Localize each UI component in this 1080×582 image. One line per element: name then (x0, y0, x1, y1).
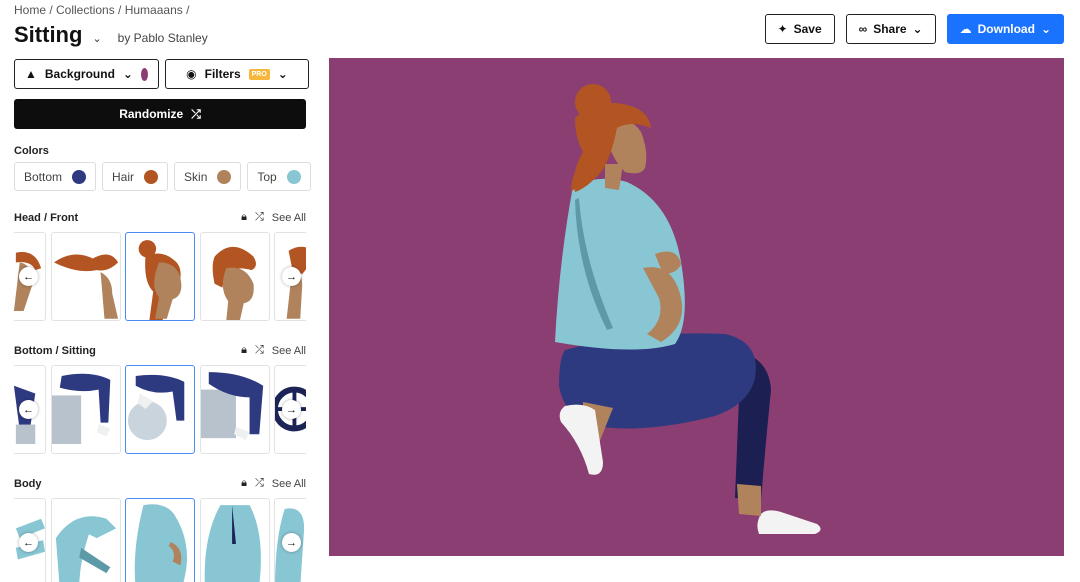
chevron-down-icon: ⌄ (277, 67, 288, 81)
breadcrumb[interactable]: Home / Collections / Humaaans / (14, 3, 189, 17)
arrow-right-icon[interactable]: → (282, 267, 301, 286)
bottom-option-selected[interactable] (125, 365, 195, 454)
top-color-swatch (286, 169, 301, 184)
head-illustration (53, 254, 119, 319)
lock-icon[interactable]: 🔒︎ (241, 477, 247, 490)
bottom-option[interactable] (200, 365, 270, 454)
cloud-download-icon: ☁ (959, 22, 972, 36)
arrow-right-icon[interactable]: → (282, 400, 301, 419)
section-tools: 🔒︎ ⤮ See All (241, 211, 306, 224)
background-filter-row: ▲ Background ⌄ ◉ Filters PRO ⌄ (14, 59, 323, 89)
background-swatch[interactable] (140, 67, 148, 81)
shuffle-icon[interactable]: ⤮ (255, 344, 264, 357)
see-all-link[interactable]: See All (272, 212, 306, 224)
head-thumbnails: ← → (14, 232, 306, 322)
head-option[interactable] (200, 232, 270, 321)
share-button[interactable]: ∞ Share ⌄ (845, 14, 936, 44)
section-head-front: Head / Front 🔒︎ ⤮ See All (14, 211, 306, 224)
arrow-left-icon[interactable]: ← (19, 400, 38, 419)
arrow-left-icon[interactable]: ← (19, 533, 38, 552)
lock-icon[interactable]: 🔒︎ (241, 211, 247, 224)
skin-color-swatch (217, 169, 232, 184)
chip-label: Hair (112, 169, 135, 184)
chevron-down-icon: ⌄ (122, 67, 133, 81)
sitting-figure-illustration (555, 84, 821, 534)
author-credit: by Pablo Stanley (117, 31, 208, 45)
background-select[interactable]: ▲ Background ⌄ (14, 59, 159, 89)
chip-label: Skin (184, 169, 208, 184)
share-label: Share (873, 22, 907, 36)
color-chip-top[interactable]: Top (247, 162, 311, 191)
arrow-left-icon[interactable]: ← (19, 267, 38, 286)
background-label: Background (44, 67, 115, 81)
head-illustration (138, 240, 182, 320)
save-button[interactable]: ✦ Save (764, 14, 835, 44)
bottom-option[interactable] (51, 365, 121, 454)
chevron-down-icon: ⌄ (1040, 22, 1051, 36)
section-head-body: Body 🔒︎ ⤮ See All (14, 477, 306, 490)
head-option[interactable] (51, 232, 121, 321)
section-tools: 🔒︎ ⤮ See All (241, 477, 306, 490)
download-button[interactable]: ☁ Download ⌄ (946, 14, 1064, 44)
bottom-illustration (52, 373, 111, 444)
title-row: Sitting ⌄ by Pablo Stanley (14, 22, 208, 48)
section-title: Head / Front (14, 211, 79, 224)
body-thumbnails: ← → (14, 498, 306, 582)
body-illustration (134, 504, 187, 582)
chip-label: Top (257, 169, 277, 184)
see-all-link[interactable]: See All (272, 345, 306, 357)
head-illustration (212, 246, 256, 320)
section-head-bottom: Bottom / Sitting 🔒︎ ⤮ See All (14, 344, 306, 357)
color-chips: Bottom Hair Skin Top (14, 162, 323, 191)
chevron-down-icon: ⌄ (912, 22, 923, 36)
body-option[interactable] (51, 498, 121, 582)
palette-icon: ◉ (186, 67, 197, 81)
bottom-illustration (127, 374, 185, 441)
bottom-thumbnails: ← → (14, 365, 306, 455)
hair-color-swatch (144, 169, 159, 184)
sidebar: ▲ Background ⌄ ◉ Filters PRO ⌄ Randomize… (14, 59, 323, 582)
section-title: Body (14, 477, 42, 490)
pro-badge: PRO (248, 68, 270, 80)
body-illustration (55, 516, 117, 582)
section-title: Bottom / Sitting (14, 344, 96, 357)
head-option-selected[interactable] (125, 232, 195, 321)
pin-icon: ✦ (777, 22, 788, 36)
bottom-color-swatch (72, 169, 87, 184)
see-all-link[interactable]: See All (272, 478, 306, 490)
randomize-button[interactable]: Randomize ⤮ (14, 99, 306, 129)
section-tools: 🔒︎ ⤮ See All (241, 344, 306, 357)
illustration-canvas[interactable] (329, 58, 1064, 556)
filters-label: Filters (204, 67, 241, 81)
chevron-down-icon[interactable]: ⌄ (92, 32, 101, 45)
color-chip-skin[interactable]: Skin (174, 162, 242, 191)
page-title[interactable]: Sitting (14, 22, 82, 48)
arrow-right-icon[interactable]: → (282, 533, 301, 552)
chip-label: Bottom (24, 169, 63, 184)
shuffle-icon[interactable]: ⤮ (255, 477, 264, 490)
body-option-selected[interactable] (125, 498, 195, 582)
top-actions: ✦ Save ∞ Share ⌄ ☁ Download ⌄ (764, 14, 1064, 44)
paint-bucket-icon: ▲ (25, 67, 37, 81)
color-chip-hair[interactable]: Hair (102, 162, 169, 191)
body-option[interactable] (200, 498, 270, 582)
link-icon: ∞ (858, 22, 868, 36)
shuffle-icon[interactable]: ⤮ (255, 211, 264, 224)
randomize-label: Randomize (119, 107, 184, 121)
download-label: Download (977, 22, 1035, 36)
bottom-illustration (201, 372, 264, 441)
filters-select[interactable]: ◉ Filters PRO ⌄ (165, 59, 309, 89)
lock-icon[interactable]: 🔒︎ (241, 344, 247, 357)
save-label: Save (793, 22, 822, 36)
color-chip-bottom[interactable]: Bottom (14, 162, 97, 191)
colors-heading: Colors (14, 145, 49, 157)
shuffle-icon: ⤮ (191, 106, 201, 121)
body-illustration (204, 505, 261, 582)
